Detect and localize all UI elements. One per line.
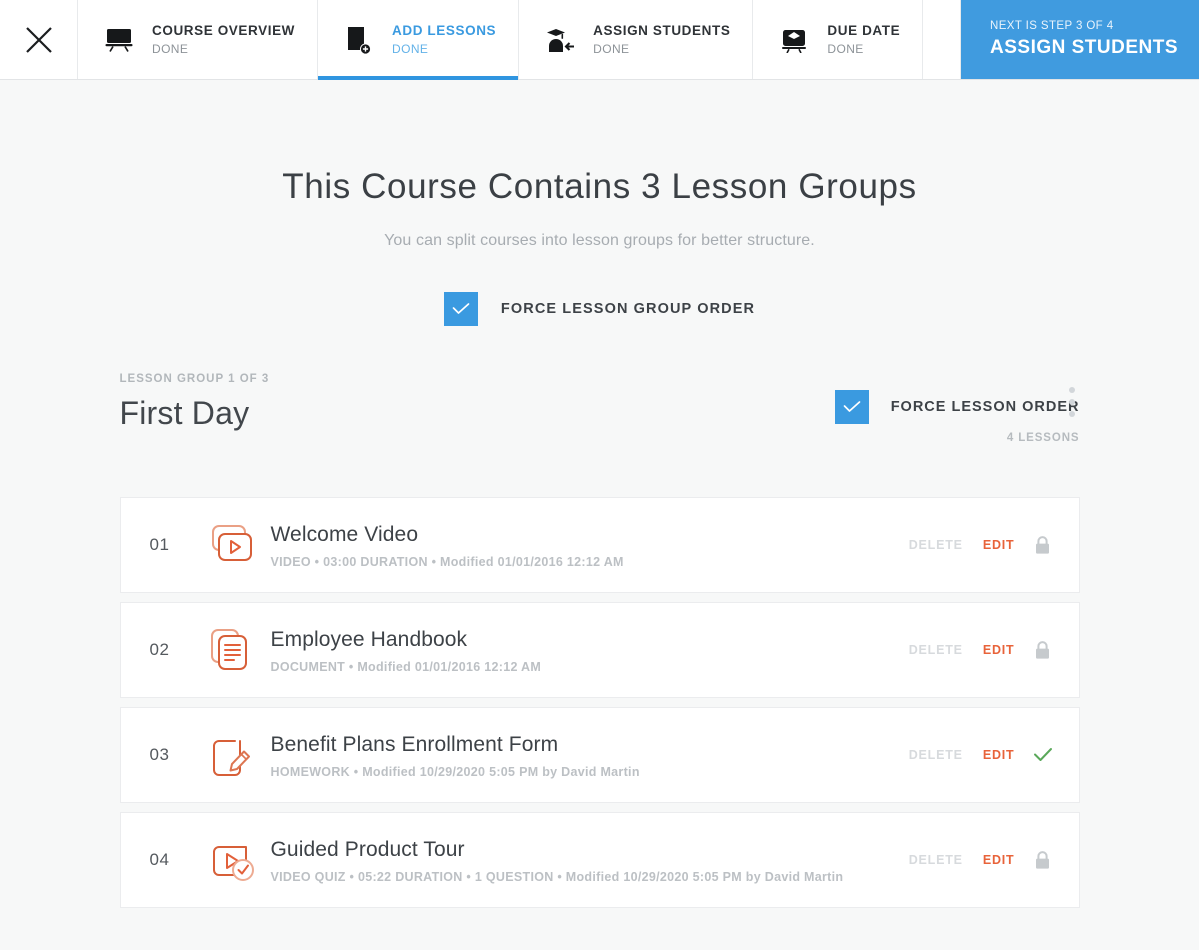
delete-button[interactable]: DELETE xyxy=(909,853,963,867)
lock-icon xyxy=(1029,850,1057,870)
lesson-group-controls: FORCE LESSON ORDER 4 LESSONS xyxy=(834,372,1080,444)
delete-button[interactable]: DELETE xyxy=(909,748,963,762)
table-row[interactable]: 02 Employee Handbook DOCUMENT • Modified… xyxy=(119,602,1080,698)
lesson-number: 01 xyxy=(149,535,170,554)
lesson-group-header: LESSON GROUP 1 OF 3 First Day FORCE LESS… xyxy=(120,372,1080,458)
page-subtitle: You can split courses into lesson groups… xyxy=(384,232,815,249)
lesson-title: Guided Product Tour xyxy=(270,838,465,861)
table-row[interactable]: 01 Welcome Video VIDEO • 03:00 DURATION … xyxy=(119,497,1080,593)
lesson-group-eyebrow: LESSON GROUP 1 OF 3 xyxy=(119,373,270,385)
add-lesson-icon xyxy=(342,23,376,57)
wizard-step-title: DUE DATE xyxy=(827,23,901,38)
page-body: This Course Contains 3 Lesson Groups You… xyxy=(0,80,1199,908)
force-lesson-group-order-row: FORCE LESSON GROUP ORDER xyxy=(0,292,1199,326)
lesson-group-identity: LESSON GROUP 1 OF 3 First Day xyxy=(120,372,835,434)
table-row[interactable]: 03 Benefit Plans Enrollment Form HOMEWOR… xyxy=(119,707,1080,803)
lesson-actions: DELETE EDIT xyxy=(909,747,1057,763)
lesson-count-label: 4 LESSONS xyxy=(1006,432,1080,444)
next-step-button[interactable]: NEXT IS STEP 3 OF 4 ASSIGN STUDENTS xyxy=(961,0,1199,79)
lesson-number: 02 xyxy=(149,640,170,659)
table-row[interactable]: 04 Guided Product Tour VIDEO QUIZ • 05:2… xyxy=(119,812,1080,908)
lesson-actions: DELETE EDIT xyxy=(909,640,1057,660)
next-step-eyebrow: NEXT IS STEP 3 OF 4 xyxy=(990,20,1114,32)
lesson-info: Welcome Video VIDEO • 03:00 DURATION • M… xyxy=(268,521,909,569)
homework-icon xyxy=(206,731,268,779)
lesson-meta: DOCUMENT • Modified 01/01/2016 12:12 AM xyxy=(270,660,542,674)
lesson-title: Welcome Video xyxy=(270,523,419,546)
force-lesson-group-order-label: FORCE LESSON GROUP ORDER xyxy=(500,301,756,317)
wizard-step-status: DONE xyxy=(152,42,189,56)
lesson-info: Employee Handbook DOCUMENT • Modified 01… xyxy=(268,626,909,674)
whiteboard-icon xyxy=(102,23,136,57)
wizard-step-title: ASSIGN STUDENTS xyxy=(593,23,731,38)
lesson-actions: DELETE EDIT xyxy=(909,850,1057,870)
lesson-info: Benefit Plans Enrollment Form HOMEWORK •… xyxy=(268,731,909,779)
lesson-meta: VIDEO QUIZ • 05:22 DURATION • 1 QUESTION… xyxy=(270,870,844,884)
close-button[interactable] xyxy=(0,0,78,79)
check-icon xyxy=(1029,747,1057,763)
wizard-step-title: COURSE OVERVIEW xyxy=(152,23,296,38)
wizard-step-status: DONE xyxy=(593,42,630,56)
lock-icon xyxy=(1029,640,1057,660)
lesson-meta: HOMEWORK • Modified 10/29/2020 5:05 PM b… xyxy=(270,765,640,779)
wizard-step-due-date[interactable]: DUE DATE DONE xyxy=(753,0,924,79)
video-quiz-icon xyxy=(206,835,268,885)
wizard-step-assign-students[interactable]: ASSIGN STUDENTS DONE xyxy=(519,0,754,79)
lesson-number: 03 xyxy=(149,745,170,764)
checkmark-icon xyxy=(843,400,861,414)
lesson-actions: DELETE EDIT xyxy=(909,535,1057,555)
force-lesson-order-checkbox[interactable] xyxy=(834,390,869,424)
lesson-meta: VIDEO • 03:00 DURATION • Modified 01/01/… xyxy=(270,555,624,569)
due-date-icon xyxy=(777,23,811,57)
lesson-group-section: LESSON GROUP 1 OF 3 First Day FORCE LESS… xyxy=(119,372,1080,908)
edit-button[interactable]: EDIT xyxy=(983,643,1015,657)
edit-button[interactable]: EDIT xyxy=(983,748,1015,762)
lesson-title: Benefit Plans Enrollment Form xyxy=(270,733,559,756)
kebab-dot xyxy=(1068,387,1075,393)
kebab-dot xyxy=(1068,411,1075,417)
force-lesson-group-order-checkbox[interactable] xyxy=(443,292,478,326)
wizard-step-title: ADD LESSONS xyxy=(392,23,497,38)
lesson-info: Guided Product Tour VIDEO QUIZ • 05:22 D… xyxy=(268,836,909,884)
assign-students-icon xyxy=(543,23,577,57)
wizard-step-course-overview[interactable]: COURSE OVERVIEW DONE xyxy=(78,0,319,79)
document-icon xyxy=(206,626,268,674)
wizard-step-add-lessons[interactable]: ADD LESSONS DONE xyxy=(318,0,520,80)
page-title: This Course Contains 3 Lesson Groups xyxy=(282,167,917,206)
lesson-group-name[interactable]: First Day xyxy=(120,392,835,434)
force-lesson-order-label: FORCE LESSON ORDER xyxy=(890,399,1080,415)
edit-button[interactable]: EDIT xyxy=(983,538,1015,552)
wizard-step-status: DONE xyxy=(392,42,429,56)
lesson-title: Employee Handbook xyxy=(270,628,468,651)
delete-button[interactable]: DELETE xyxy=(909,538,963,552)
edit-button[interactable]: EDIT xyxy=(983,853,1015,867)
lesson-list: 01 Welcome Video VIDEO • 03:00 DURATION … xyxy=(119,497,1080,908)
delete-button[interactable]: DELETE xyxy=(909,643,963,657)
wizard-step-status: DONE xyxy=(827,42,864,56)
checkmark-icon xyxy=(452,302,470,316)
lock-icon xyxy=(1029,535,1057,555)
wizard-spacer xyxy=(923,0,961,79)
close-icon xyxy=(24,25,54,55)
kebab-menu-icon[interactable] xyxy=(1062,384,1082,420)
video-icon xyxy=(206,522,268,568)
kebab-dot xyxy=(1068,399,1075,405)
lesson-number: 04 xyxy=(149,850,170,869)
next-step-label: ASSIGN STUDENTS xyxy=(990,37,1179,58)
wizard-bar: COURSE OVERVIEW DONE ADD LESSONS DONE AS… xyxy=(0,0,1199,80)
